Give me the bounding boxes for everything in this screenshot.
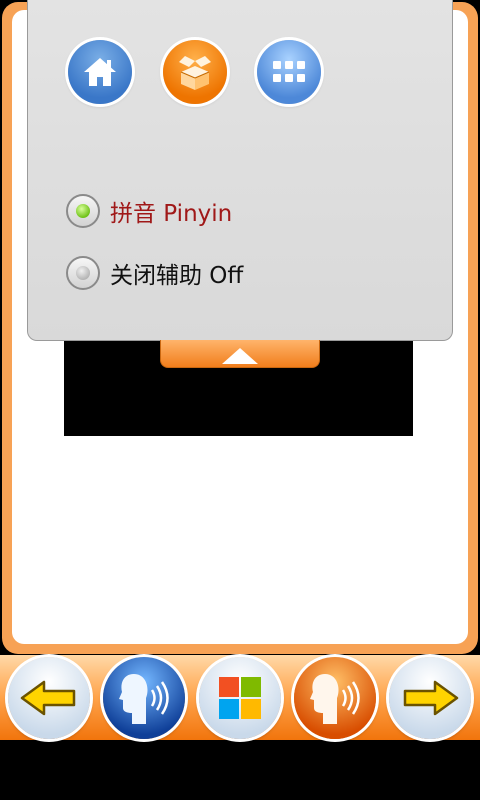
arrow-right-icon xyxy=(403,680,459,716)
home-button[interactable] xyxy=(68,40,132,104)
speak-icon xyxy=(310,674,360,724)
radio-option-off[interactable]: 关闭辅助 Off xyxy=(66,253,243,293)
chevron-up-icon xyxy=(222,347,258,364)
radio-label-off: 关闭辅助 Off xyxy=(110,263,244,289)
speak-icon xyxy=(119,674,169,724)
bottom-toolbar xyxy=(0,655,480,740)
collapse-panel-handle[interactable] xyxy=(160,340,320,368)
arrow-left-icon xyxy=(20,680,76,716)
settings-dropdown-panel: 拼音 Pinyin 关闭辅助 Off xyxy=(27,0,453,341)
radio-button-pinyin[interactable] xyxy=(66,194,100,228)
home-icon xyxy=(84,58,116,86)
radio-label-pinyin: 拼音 Pinyin xyxy=(110,201,233,227)
grid-button[interactable] xyxy=(257,40,321,104)
back-button[interactable] xyxy=(8,657,90,739)
next-button[interactable] xyxy=(389,657,471,739)
speak-button[interactable] xyxy=(103,657,185,739)
windows-icon xyxy=(219,677,261,719)
box-icon xyxy=(179,56,211,90)
radio-unselected-indicator xyxy=(76,266,90,280)
box-button[interactable] xyxy=(163,40,227,104)
grid-icon xyxy=(273,61,305,82)
radio-selected-indicator xyxy=(76,204,90,218)
speak-button-orange[interactable] xyxy=(294,657,376,739)
radio-button-off[interactable] xyxy=(66,256,100,290)
radio-option-pinyin[interactable]: 拼音 Pinyin xyxy=(66,191,232,231)
windows-button[interactable] xyxy=(199,657,281,739)
